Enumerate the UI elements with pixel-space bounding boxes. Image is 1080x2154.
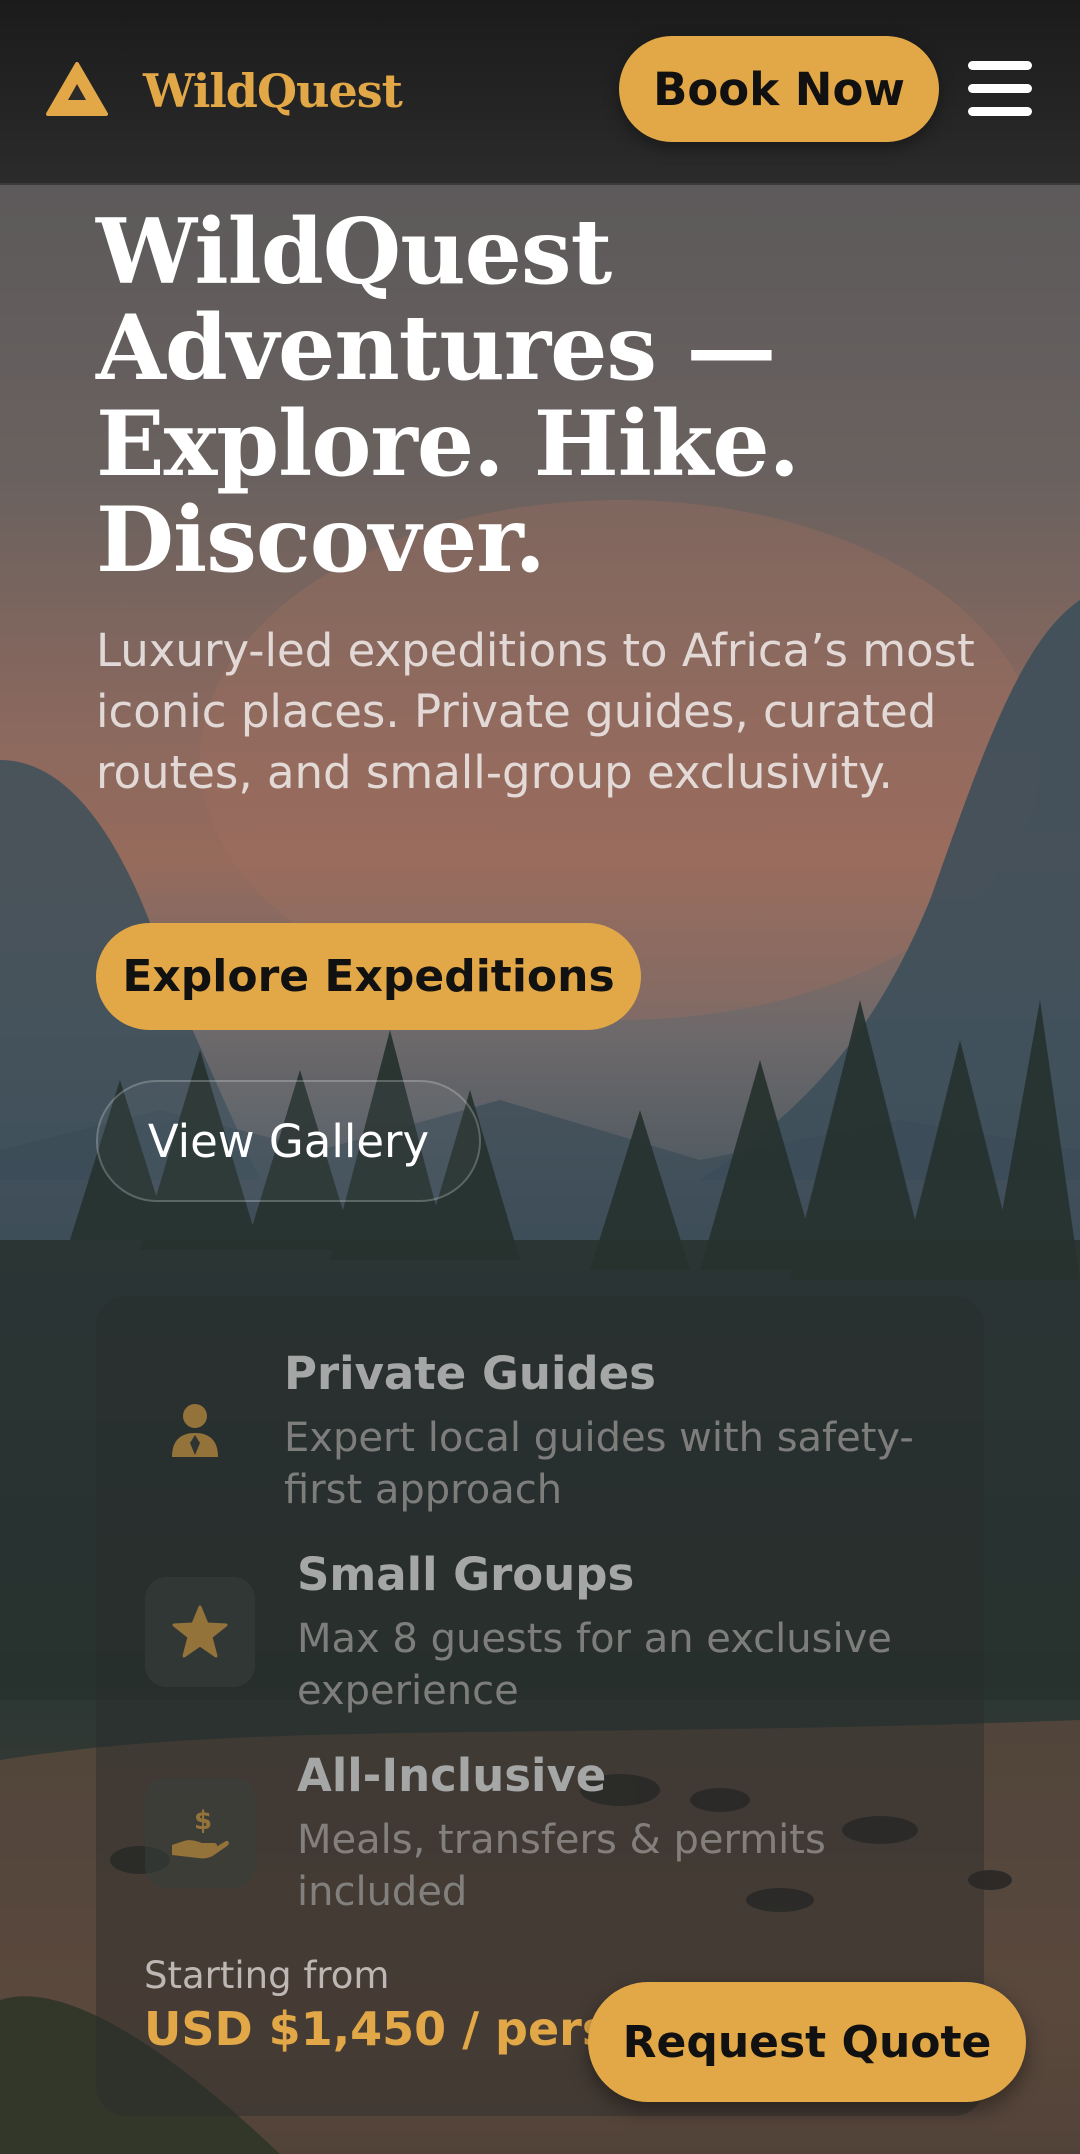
menu-bar [968, 106, 1032, 116]
hero-title: WildQuest Adventures — Explore. Hike. Di… [96, 199, 800, 593]
hero-subtitle: Luxury-led expeditions to Africa’s most … [96, 624, 975, 799]
explore-expeditions-button[interactable]: Explore Expeditions [96, 923, 641, 1030]
book-now-button[interactable]: Book Now [619, 36, 939, 142]
price-label: Starting from [144, 1954, 390, 1997]
hamburger-menu-icon[interactable] [968, 58, 1032, 118]
menu-bar [968, 83, 1032, 93]
landing-page: WildQuest Book Now WildQuest Adventures … [0, 0, 1080, 2154]
site-header: WildQuest Book Now [0, 0, 1080, 185]
menu-bar [968, 60, 1032, 70]
mountain-triangle-icon[interactable] [46, 62, 108, 116]
brand-name[interactable]: WildQuest [143, 56, 403, 126]
price-value: USD $1,450 / person [144, 2002, 604, 2056]
view-gallery-button[interactable]: View Gallery [96, 1080, 481, 1202]
request-quote-button[interactable]: Request Quote [588, 1982, 1026, 2102]
